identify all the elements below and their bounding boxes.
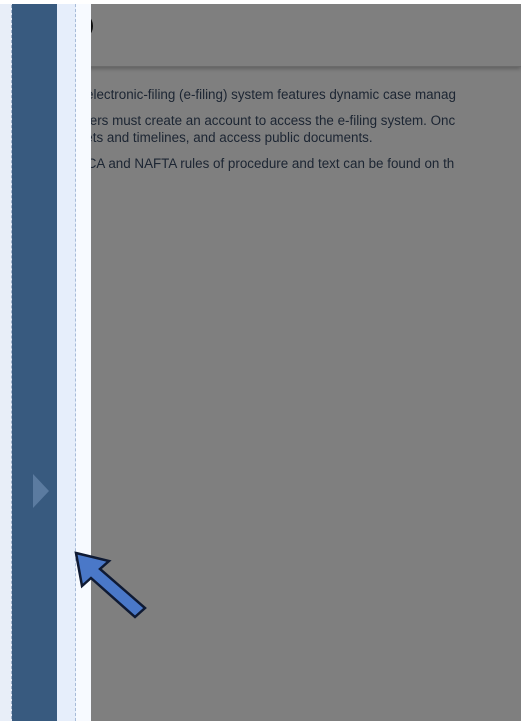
arrow-pointer-icon	[74, 551, 147, 619]
left-edge-strip	[0, 0, 12, 724]
collapsed-side-panel[interactable]	[12, 4, 57, 721]
top-edge-strip	[0, 0, 521, 4]
chevron-right-icon[interactable]	[33, 474, 49, 508]
screen: This electronic-filing (e-filing) system…	[0, 0, 521, 724]
